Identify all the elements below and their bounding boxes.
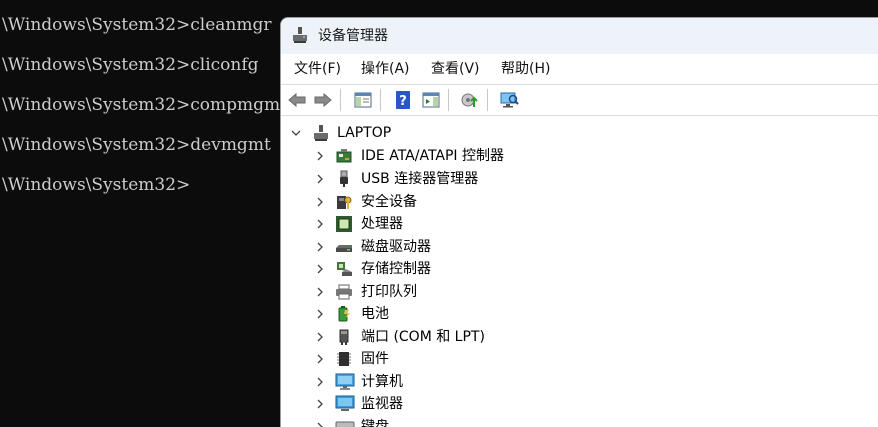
- scan-hardware-changes-icon[interactable]: [497, 88, 521, 112]
- printer-icon: [335, 283, 353, 301]
- tree-item-label: 处理器: [361, 216, 403, 232]
- terminal-line: \Windows\System32>devmgmt: [2, 135, 271, 155]
- back-arrow-icon[interactable]: [285, 88, 309, 112]
- terminal-line: \Windows\System32>cliconfg: [2, 55, 259, 75]
- storage-controller-icon: [335, 260, 353, 278]
- chevron-right-icon[interactable]: [312, 261, 328, 277]
- terminal-prompt[interactable]: \Windows\System32>: [2, 173, 190, 197]
- tree-item-label: USB 连接器管理器: [361, 171, 479, 187]
- tree-item-label: 存储控制器: [361, 261, 431, 277]
- toolbar: ?: [281, 84, 878, 116]
- chevron-right-icon[interactable]: [312, 374, 328, 390]
- tree-item-disk[interactable]: 磁盘驱动器: [281, 236, 878, 258]
- terminal-window[interactable]: \Windows\System32>cleanmgr \Windows\Syst…: [0, 0, 290, 426]
- menu-bar: 文件(F) 操作(A) 查看(V) 帮助(H): [281, 54, 878, 84]
- menu-file[interactable]: 文件(F): [292, 59, 343, 79]
- tree-item-label: 打印队列: [361, 284, 417, 300]
- ide-controller-icon: [335, 147, 353, 165]
- firmware-icon: [335, 350, 353, 368]
- chevron-right-icon[interactable]: [312, 329, 328, 345]
- tree-item-label: 计算机: [361, 374, 403, 390]
- tree-item-battery[interactable]: 电池: [281, 303, 878, 325]
- tree-item-usb[interactable]: USB 连接器管理器: [281, 168, 878, 190]
- tree-item-label: 电池: [361, 306, 389, 322]
- monitor-icon: [335, 395, 355, 413]
- toolbar-separator: [487, 89, 488, 111]
- computer-icon: [335, 373, 355, 391]
- tree-item-ports[interactable]: 端口 (COM 和 LPT): [281, 326, 878, 348]
- toolbar-separator: [448, 89, 449, 111]
- tree-item-firmware[interactable]: 固件: [281, 348, 878, 370]
- device-tree: LAPTOP IDE ATA/ATAPI 控制器 USB 连接器管理器 安全设备…: [281, 116, 878, 427]
- menu-help[interactable]: 帮助(H): [499, 59, 552, 79]
- chevron-right-icon[interactable]: [312, 216, 328, 232]
- tree-item-label: 监视器: [361, 396, 403, 412]
- chevron-down-icon[interactable]: [288, 125, 304, 141]
- svg-text:?: ?: [399, 94, 407, 109]
- tree-item-label: IDE ATA/ATAPI 控制器: [361, 148, 505, 164]
- terminal-line: \Windows\System32>compmgmt: [2, 95, 287, 115]
- security-device-icon: [335, 193, 353, 211]
- toolbar-separator: [380, 89, 381, 111]
- tree-item-security[interactable]: 安全设备: [281, 191, 878, 213]
- tree-root-label: LAPTOP: [337, 125, 392, 141]
- chevron-right-icon[interactable]: [312, 306, 328, 322]
- chevron-right-icon[interactable]: [312, 284, 328, 300]
- device-manager-window: 设备管理器 文件(F) 操作(A) 查看(V) 帮助(H) ? LAPTOP I…: [280, 17, 878, 427]
- device-manager-icon: [291, 26, 309, 48]
- usb-connector-icon: [335, 170, 353, 188]
- tree-item-label: 键盘: [361, 419, 389, 427]
- tree-item-monitor[interactable]: 监视器: [281, 393, 878, 415]
- menu-view[interactable]: 查看(V): [429, 59, 482, 79]
- help-icon[interactable]: ?: [391, 88, 415, 112]
- processor-icon: [335, 215, 353, 233]
- action-pane-icon[interactable]: [419, 88, 443, 112]
- tree-item-keyboard[interactable]: 键盘: [281, 416, 878, 427]
- terminal-line: \Windows\System32>cleanmgr: [2, 15, 272, 35]
- chevron-right-icon[interactable]: [312, 194, 328, 210]
- battery-icon: [335, 305, 353, 323]
- tree-item-label: 固件: [361, 351, 389, 367]
- computer-tower-icon: [312, 124, 330, 142]
- chevron-right-icon[interactable]: [312, 171, 328, 187]
- chevron-right-icon[interactable]: [312, 351, 328, 367]
- forward-arrow-icon[interactable]: [311, 88, 335, 112]
- tree-root-laptop[interactable]: LAPTOP: [281, 122, 878, 144]
- port-icon: [335, 328, 353, 346]
- disk-drive-icon: [335, 238, 353, 256]
- tree-item-computer[interactable]: 计算机: [281, 371, 878, 393]
- title-bar[interactable]: 设备管理器: [281, 18, 878, 54]
- tree-item-label: 磁盘驱动器: [361, 239, 431, 255]
- chevron-right-icon[interactable]: [312, 239, 328, 255]
- tree-item-label: 安全设备: [361, 194, 417, 210]
- chevron-right-icon[interactable]: [312, 396, 328, 412]
- tree-item-label: 端口 (COM 和 LPT): [361, 329, 485, 345]
- tree-item-storage[interactable]: 存储控制器: [281, 258, 878, 280]
- menu-action[interactable]: 操作(A): [359, 59, 412, 79]
- window-title: 设备管理器: [318, 28, 388, 44]
- tree-item-ide[interactable]: IDE ATA/ATAPI 控制器: [281, 145, 878, 167]
- update-driver-icon[interactable]: [458, 88, 482, 112]
- tree-item-processor[interactable]: 处理器: [281, 213, 878, 235]
- show-hide-console-tree-icon[interactable]: [351, 88, 375, 112]
- chevron-right-icon[interactable]: [312, 148, 328, 164]
- tree-item-print-queue[interactable]: 打印队列: [281, 281, 878, 303]
- toolbar-separator: [340, 89, 341, 111]
